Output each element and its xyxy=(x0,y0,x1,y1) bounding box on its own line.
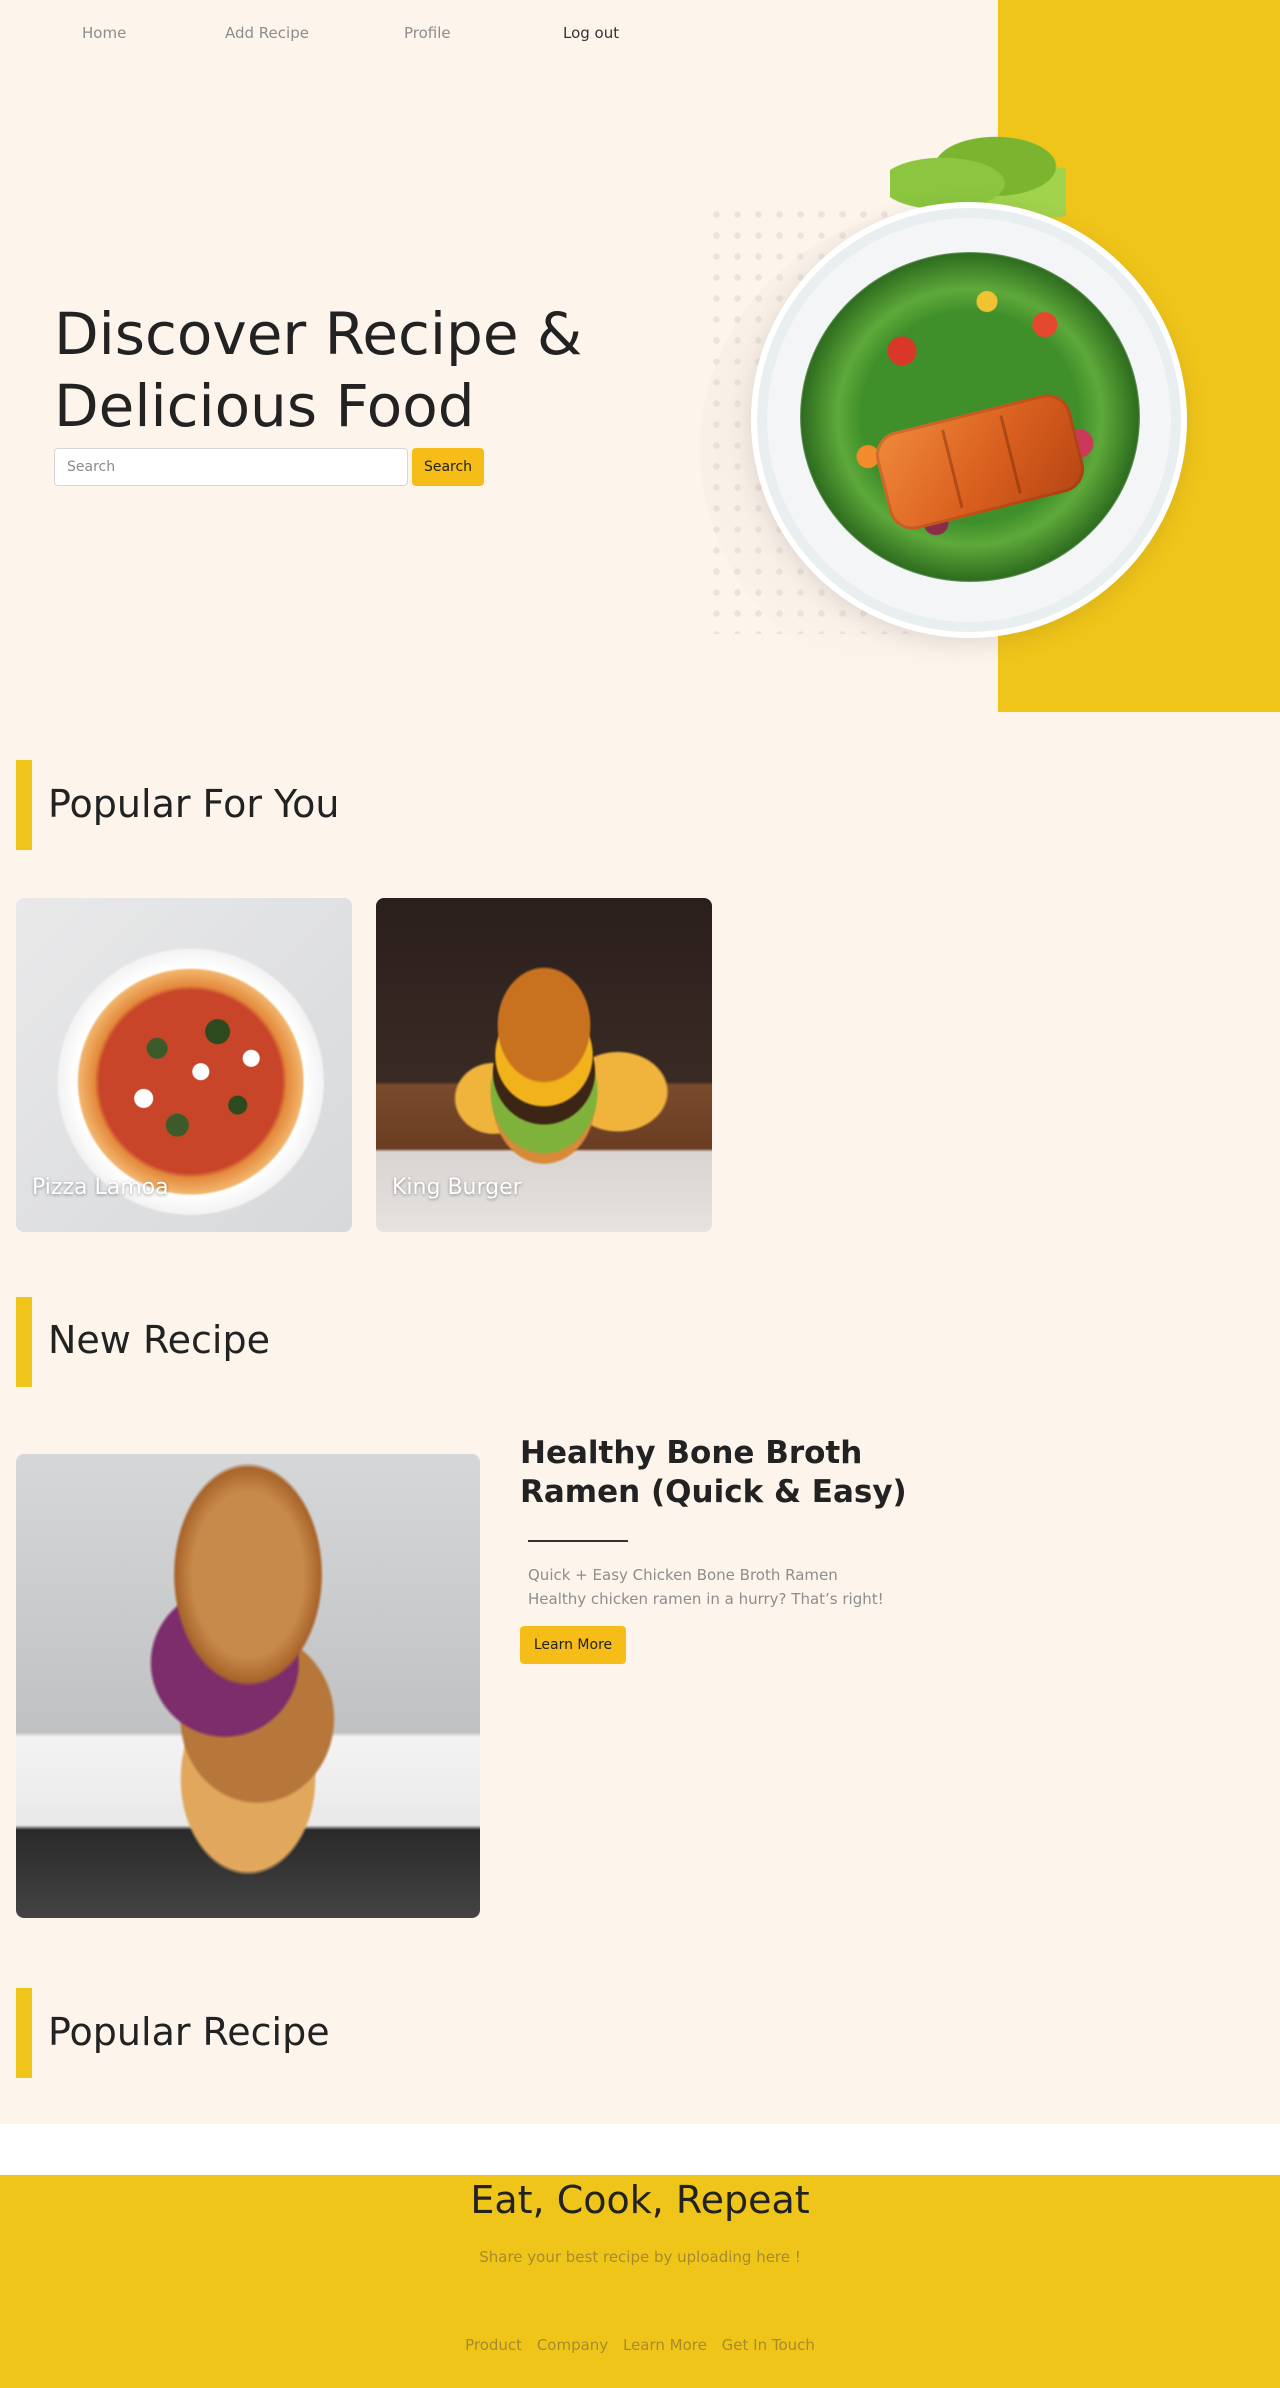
divider xyxy=(528,1540,628,1542)
footer-title: Eat, Cook, Repeat xyxy=(470,2178,810,2222)
footer-link-company[interactable]: Company xyxy=(537,2336,608,2354)
new-recipe-image xyxy=(16,1454,480,1918)
card-label: Pizza Lamoa xyxy=(32,1175,169,1200)
nav-home[interactable]: Home xyxy=(82,24,126,42)
footer-link-learn-more[interactable]: Learn More xyxy=(623,2336,707,2354)
new-recipe-title: Healthy Bone Broth Ramen (Quick & Easy) xyxy=(520,1435,907,1510)
hero-title: Discover Recipe & Delicious Food xyxy=(54,300,583,440)
nav-profile[interactable]: Profile xyxy=(404,24,451,42)
recipe-card-burger[interactable]: King Burger xyxy=(376,898,712,1232)
top-nav: Home Add Recipe Profile Log out xyxy=(0,24,700,48)
footer-link-product[interactable]: Product xyxy=(465,2336,522,2354)
learn-more-button[interactable]: Learn More xyxy=(520,1626,626,1664)
section-title-popular-recipe: Popular Recipe xyxy=(48,2010,330,2054)
nav-add-recipe[interactable]: Add Recipe xyxy=(225,24,309,42)
description-line: Healthy chicken ramen in a hurry? That’s… xyxy=(528,1590,884,1608)
footer-subtitle: Share your best recipe by uploading here… xyxy=(479,2248,801,2266)
footer-links: Product Company Learn More Get In Touch xyxy=(0,2336,1280,2354)
section-accent-bar xyxy=(16,1297,32,1387)
search-button[interactable]: Search xyxy=(412,448,484,486)
card-label: King Burger xyxy=(392,1175,522,1200)
nav-logout[interactable]: Log out xyxy=(563,24,619,42)
footer-link-get-in-touch[interactable]: Get In Touch xyxy=(722,2336,815,2354)
search-input[interactable] xyxy=(54,448,408,486)
section-accent-bar xyxy=(16,760,32,850)
section-accent-bar xyxy=(16,1988,32,2078)
description-line: Quick + Easy Chicken Bone Broth Ramen xyxy=(528,1566,838,1584)
recipe-card-pizza[interactable]: Pizza Lamoa xyxy=(16,898,352,1232)
section-title-new-recipe: New Recipe xyxy=(48,1318,270,1362)
new-recipe-description: Quick + Easy Chicken Bone Broth Ramen He… xyxy=(528,1563,884,1611)
section-title-popular-for-you: Popular For You xyxy=(48,782,340,826)
